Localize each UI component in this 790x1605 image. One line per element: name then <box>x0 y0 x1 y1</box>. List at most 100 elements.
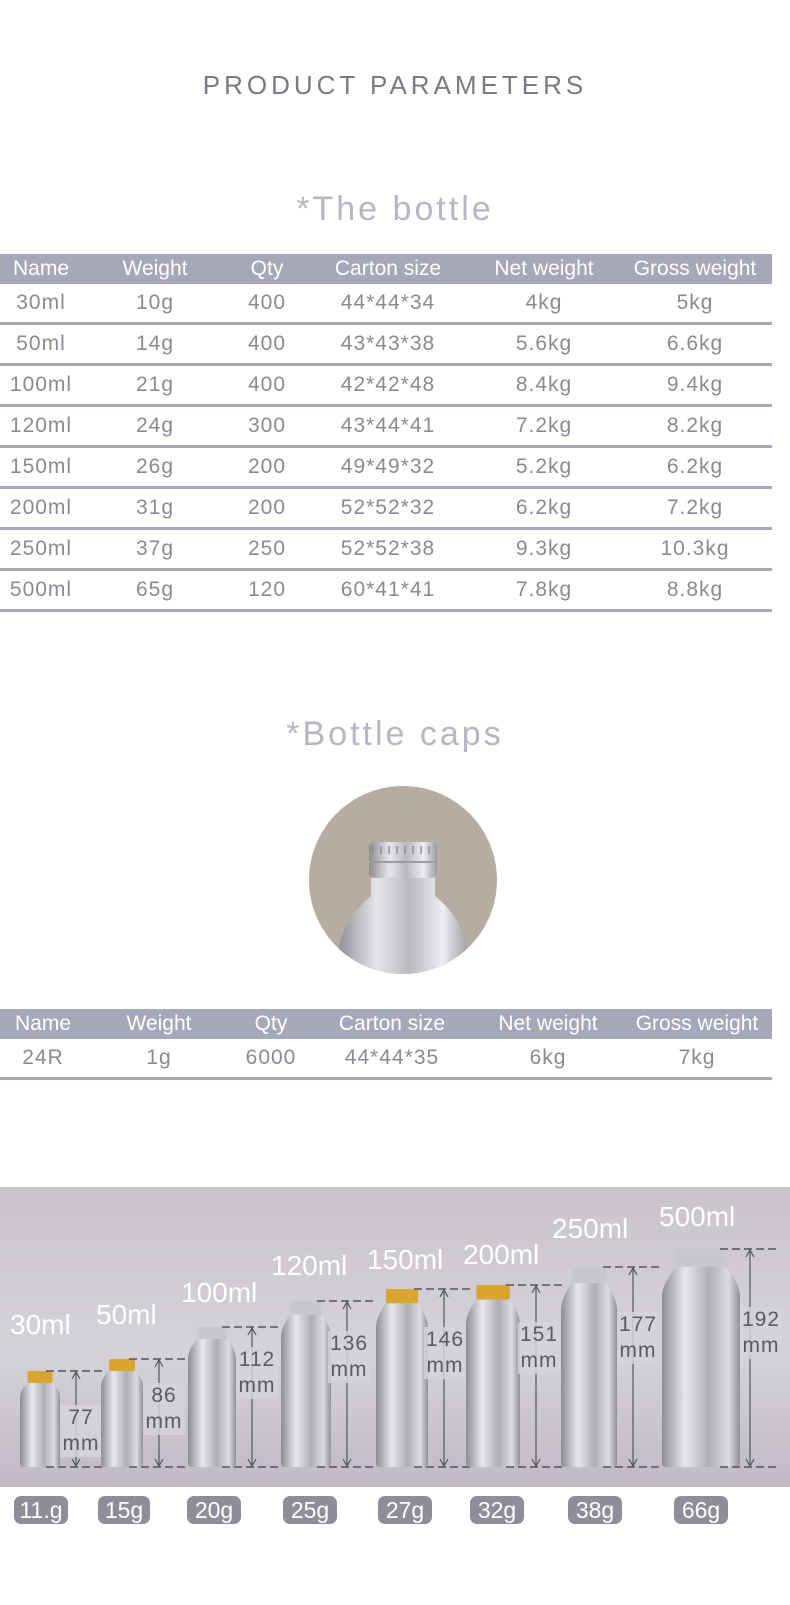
table-row: 200ml 31g 200 52*52*32 6.2kg 7.2kg <box>0 487 772 530</box>
table-cell: 6000 <box>232 1039 310 1080</box>
bottle-height-value: 192 <box>741 1308 781 1331</box>
table-cell: 43*44*41 <box>306 405 470 448</box>
height-dimension-line <box>317 1300 377 1468</box>
table-cell: 6kg <box>474 1039 622 1080</box>
table-cell: 400 <box>228 323 306 366</box>
header-net-weight: Net weight <box>474 1009 622 1039</box>
table-cell: 100ml <box>0 364 82 407</box>
table-cell: 8.4kg <box>470 364 618 407</box>
table-cell: 250 <box>228 528 306 571</box>
bottle-height-unit: mm <box>238 1374 276 1397</box>
table-cell: 9.3kg <box>470 528 618 571</box>
bottle-height-value: 86 <box>151 1384 177 1407</box>
table-cell: 300 <box>228 405 306 448</box>
bottle-height-unit: mm <box>520 1349 558 1372</box>
page-title: PRODUCT PARAMETERS <box>202 70 588 100</box>
table-cell: 14g <box>82 323 228 366</box>
table-cell: 7.8kg <box>470 569 618 612</box>
bottle-height-unit: mm <box>330 1358 368 1381</box>
header-carton-size: Carton size <box>310 1009 474 1039</box>
header-qty: Qty <box>232 1009 310 1039</box>
table-cell: 5.2kg <box>470 446 618 489</box>
bottle-height-unit: mm <box>145 1410 183 1433</box>
table-row: 100ml 21g 400 42*42*48 8.4kg 9.4kg <box>0 364 772 407</box>
table-cell: 400 <box>228 364 306 407</box>
table-cell: 44*44*34 <box>306 284 470 325</box>
bottle-height-value: 112 <box>238 1348 276 1371</box>
table-cell: 65g <box>82 569 228 612</box>
table-cell: 4kg <box>470 284 618 325</box>
table-cell: 120ml <box>0 405 82 448</box>
table-cell: 500ml <box>0 569 82 612</box>
bottle-height-value: 146 <box>425 1328 465 1351</box>
bottle-volume-label: 100ml <box>181 1277 258 1308</box>
table-cell: 200 <box>228 446 306 489</box>
bottle-spec-table: Name Weight Qty Carton size Net weight G… <box>0 254 772 612</box>
table-cell: 10.3kg <box>618 528 772 571</box>
table-cell: 26g <box>82 446 228 489</box>
bottle-volume-label: 120ml <box>271 1250 348 1281</box>
table-cell: 7.2kg <box>618 487 772 530</box>
cap-spec-table: Name Weight Qty Carton size Net weight G… <box>0 1009 772 1080</box>
table-cell: 150ml <box>0 446 82 489</box>
bottle-height-label: 86 mm <box>143 1383 185 1435</box>
bottle-weight-badge: 11.g <box>14 1496 68 1524</box>
table-cell: 50ml <box>0 323 82 366</box>
bottle-volume-label: 30ml <box>10 1309 71 1340</box>
header-name: Name <box>0 254 82 284</box>
table-cell: 60*41*41 <box>306 569 470 612</box>
table-row: 150ml 26g 200 49*49*32 5.2kg 6.2kg <box>0 446 772 489</box>
bottle-weight-badge: 20g <box>187 1496 241 1524</box>
bottle-height-label: 151 mm <box>518 1322 560 1374</box>
bottle-volume-label: 500ml <box>659 1201 736 1232</box>
table-cell: 44*44*35 <box>310 1039 474 1080</box>
bottle-height-label: 177 mm <box>617 1312 659 1364</box>
height-dimension-line <box>506 1284 566 1468</box>
bottle-volume-label: 250ml <box>552 1213 629 1244</box>
table-cell: 21g <box>82 364 228 407</box>
bottle-weight-badge: 27g <box>378 1496 432 1524</box>
bottle-height-unit: mm <box>742 1334 780 1357</box>
bottle-height-label: 112 mm <box>236 1347 278 1399</box>
table-row: 24R 1g 6000 44*44*35 6kg 7kg <box>0 1039 772 1080</box>
header-carton-size: Carton size <box>306 254 470 284</box>
bottle-height-value: 77 <box>68 1406 94 1429</box>
bottle-volume-label: 50ml <box>96 1299 157 1330</box>
table-cell: 200 <box>228 487 306 530</box>
table-cell: 31g <box>82 487 228 530</box>
bottle-size-photo: 30ml 77 mm 50ml 86 mm 100ml 112 mm 120ml 136 mm 150m… <box>0 1187 790 1487</box>
bottle-cap <box>676 1249 726 1267</box>
header-weight: Weight <box>86 1009 232 1039</box>
bottle-cap-photo <box>309 786 497 974</box>
table-row: 500ml 65g 120 60*41*41 7.8kg 8.8kg <box>0 569 772 612</box>
bottle-weight-badge: 25g <box>283 1496 337 1524</box>
bottle-height-label: 77 mm <box>60 1405 102 1457</box>
bottle-cap <box>476 1285 510 1300</box>
bottle-height-value: 136 <box>329 1332 369 1355</box>
table-cell: 49*49*32 <box>306 446 470 489</box>
height-dimension-line <box>603 1266 663 1468</box>
table-cell: 52*52*32 <box>306 487 470 530</box>
bottle-weight-badge: 32g <box>470 1496 524 1524</box>
table-cell: 250ml <box>0 528 82 571</box>
bottle-height-label: 146 mm <box>424 1327 466 1379</box>
header-gross-weight: Gross weight <box>622 1009 772 1039</box>
table-cell: 30ml <box>0 284 82 325</box>
table-row: 250ml 37g 250 52*52*38 9.3kg 10.3kg <box>0 528 772 571</box>
bottle-neck-illustration <box>337 842 469 974</box>
bottle-height-value: 177 <box>618 1313 658 1336</box>
header-gross-weight: Gross weight <box>618 254 772 284</box>
table-cell: 6.6kg <box>618 323 772 366</box>
table-cell: 120 <box>228 569 306 612</box>
table-cell: 6.2kg <box>618 446 772 489</box>
bottle-cap <box>571 1267 607 1283</box>
bottle-height-value: 151 <box>519 1323 559 1346</box>
table-cell: 5.6kg <box>470 323 618 366</box>
table-cell: 37g <box>82 528 228 571</box>
table-cell: 24R <box>0 1039 86 1080</box>
table-cell: 9.4kg <box>618 364 772 407</box>
table-cell: 5kg <box>618 284 772 325</box>
bottle-volume-label: 150ml <box>367 1244 444 1275</box>
table-cell: 43*43*38 <box>306 323 470 366</box>
header-net-weight: Net weight <box>470 254 618 284</box>
